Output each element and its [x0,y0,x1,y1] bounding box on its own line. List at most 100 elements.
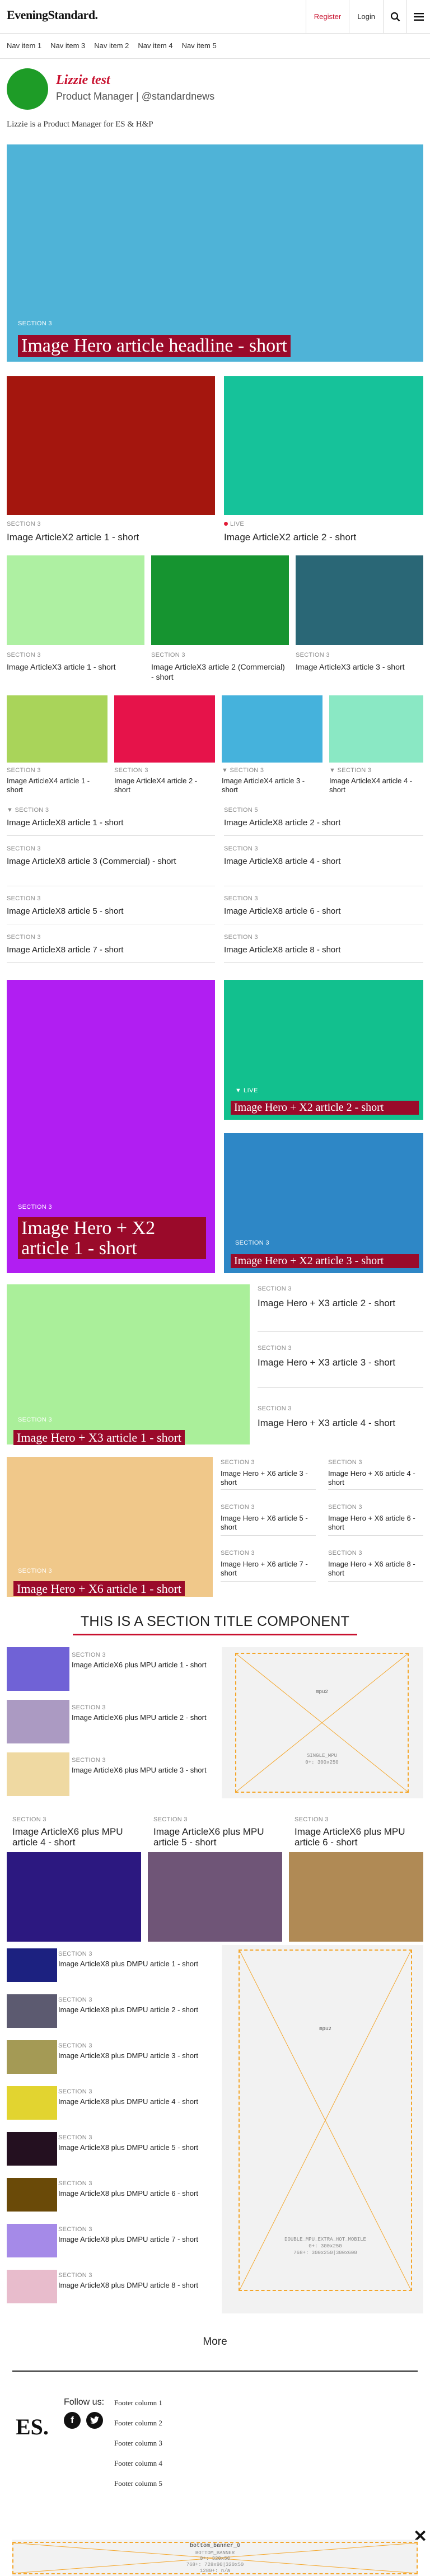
x8-article-5-headline[interactable]: Image ArticleX8 article 5 - short [7,906,215,917]
twitter-icon[interactable] [86,2412,103,2429]
x8-dmpu-article-6-image[interactable] [7,2178,57,2212]
x6-mpu-article-3-image[interactable] [7,1752,69,1796]
footer-column-2[interactable]: Footer column 2 [114,2419,162,2428]
x8-dmpu-article-6-headline[interactable]: Image ArticleX8 plus DMPU article 6 - sh… [58,2189,215,2198]
register-button[interactable]: Register [305,0,349,34]
footer-column-4[interactable]: Footer column 4 [114,2459,162,2468]
more-button[interactable]: More [0,2336,430,2348]
footer-column-1[interactable]: Footer column 1 [114,2399,162,2407]
x8-dmpu-article-7-headline[interactable]: Image ArticleX8 plus DMPU article 7 - sh… [58,2235,215,2244]
x8-article-4-headline[interactable]: Image ArticleX8 article 4 - short [224,856,423,867]
x6-mpu-article-5-headline[interactable]: Image ArticleX6 plus MPU article 5 - sho… [153,1826,277,1848]
login-button[interactable]: Login [349,0,383,34]
x2-article-2-headline[interactable]: Image ArticleX2 article 2 - short [224,532,423,543]
main-nav: Nav item 1 Nav item 3 Nav item 2 Nav ite… [7,41,217,50]
x8-dmpu-article-4-image[interactable] [7,2086,57,2120]
x3-article-3-image[interactable] [296,555,423,645]
x3-article-1-headline[interactable]: Image ArticleX3 article 1 - short [7,662,144,672]
x8-dmpu-article-8-headline[interactable]: Image ArticleX8 plus DMPU article 8 - sh… [58,2281,215,2290]
x8-dmpu-article-5-image[interactable] [7,2132,57,2166]
nav-item-4[interactable]: Nav item 4 [138,41,172,50]
x6-mpu-article-5-image[interactable] [148,1852,282,1942]
hero-x6-article-3-headline[interactable]: Image Hero + X6 article 3 - short [221,1469,316,1487]
nav-item-5[interactable]: Nav item 5 [182,41,217,50]
x6-mpu-article-1-image[interactable] [7,1647,69,1691]
x6-mpu-article-3-section: SECTION 3 [72,1757,106,1764]
hero-x3-article-2-section: SECTION 3 [258,1285,292,1292]
x8-dmpu-article-4-headline[interactable]: Image ArticleX8 plus DMPU article 4 - sh… [58,2097,215,2106]
nav-item-1[interactable]: Nav item 1 [7,41,41,50]
hero-x6-article-1[interactable]: SECTION 3 Image Hero + X6 article 1 - sh… [7,1457,213,1597]
x8-dmpu-article-7-image[interactable] [7,2224,57,2257]
mpu-ad-slot[interactable]: mpu2 SINGLE_MPU 0+: 300x250 [222,1647,423,1798]
x8-article-7-headline[interactable]: Image ArticleX8 article 7 - short [7,945,215,955]
x2-article-1-headline[interactable]: Image ArticleX2 article 1 - short [7,532,215,543]
x6-mpu-article-4-image[interactable] [7,1852,141,1942]
bottom-banner-ad[interactable]: bottom_banner_0 BOTTOM_BANNER 0+: 320x50… [12,2540,418,2576]
x8-dmpu-article-8-image[interactable] [7,2270,57,2303]
hero-x6-article-6-headline[interactable]: Image Hero + X6 article 6 - short [328,1514,423,1532]
hero-x6-article-8-headline[interactable]: Image Hero + X6 article 8 - short [328,1560,423,1578]
x8-dmpu-article-1-image[interactable] [7,1948,57,1982]
facebook-icon[interactable]: f [64,2412,81,2429]
x3-article-1-image[interactable] [7,555,144,645]
x4-article-2-image[interactable] [114,695,215,763]
x8-dmpu-article-2-image[interactable] [7,1994,57,2028]
x6-mpu-article-3-headline[interactable]: Image ArticleX6 plus MPU article 3 - sho… [72,1766,214,1775]
x8-article-2-headline[interactable]: Image ArticleX8 article 2 - short [224,817,423,828]
x2-article-2-image[interactable] [224,376,423,515]
x4-article-1-image[interactable] [7,695,108,763]
x6-mpu-article-1-headline[interactable]: Image ArticleX6 plus MPU article 1 - sho… [72,1661,214,1670]
hero-x2-article-3[interactable]: SECTION 3 Image Hero + X2 article 3 - sh… [224,1133,423,1273]
x2-article-1-image[interactable] [7,376,215,515]
hero-x6-article-5-headline[interactable]: Image Hero + X6 article 5 - short [221,1514,316,1532]
hero-x6-article-1-section: SECTION 3 [18,1568,52,1574]
x6-mpu-article-2-image[interactable] [7,1700,69,1743]
hero-x3-article-3-headline[interactable]: Image Hero + X3 article 3 - short [258,1357,423,1368]
footer-column-3[interactable]: Footer column 3 [114,2439,162,2448]
nav-item-3[interactable]: Nav item 3 [50,41,85,50]
hero-x3-article-1[interactable]: SECTION 3 Image Hero + X3 article 1 - sh… [7,1284,250,1446]
x8-article-3-headline[interactable]: Image ArticleX8 article 3 (Commercial) -… [7,856,215,867]
x6-mpu-article-4-headline[interactable]: Image ArticleX6 plus MPU article 4 - sho… [12,1826,135,1848]
site-logo[interactable]: EveningStandard. [7,8,98,22]
hero-section-label: SECTION 3 [18,320,52,327]
x3-article-2-headline[interactable]: Image ArticleX3 article 2 (Commercial) -… [151,662,286,682]
x3-article-2-image[interactable] [151,555,289,645]
hero-x3-article-2-headline[interactable]: Image Hero + X3 article 2 - short [258,1298,423,1308]
hero-x6-article-4-headline[interactable]: Image Hero + X6 article 4 - short [328,1469,423,1487]
x6-mpu-article-6-image[interactable] [289,1852,423,1942]
x8-dmpu-article-3-headline[interactable]: Image ArticleX8 plus DMPU article 3 - sh… [58,2051,215,2060]
x8-article-1-headline[interactable]: Image ArticleX8 article 1 - short [7,817,215,828]
x8-article-8-headline[interactable]: Image ArticleX8 article 8 - short [224,945,423,955]
nav-item-2[interactable]: Nav item 2 [94,41,129,50]
x8-article-6-headline[interactable]: Image ArticleX8 article 6 - short [224,906,423,917]
x4-article-4-image[interactable] [329,695,423,763]
x8-dmpu-article-2-headline[interactable]: Image ArticleX8 plus DMPU article 2 - sh… [58,2005,215,2014]
x4-article-2-headline[interactable]: Image ArticleX4 article 2 - short [114,777,215,794]
x4-article-4-headline[interactable]: Image ArticleX4 article 4 - short [329,777,423,794]
x4-article-4-section: ▼︎ SECTION 3 [329,767,371,774]
menu-button[interactable] [406,0,430,34]
x8-dmpu-article-3-image[interactable] [7,2040,57,2074]
x6-mpu-article-2-headline[interactable]: Image ArticleX6 plus MPU article 2 - sho… [72,1713,214,1722]
hero-article[interactable]: SECTION 3 Image Hero article headline - … [7,144,423,362]
hero-x2-article-2[interactable]: ▼︎ LIVE Image Hero + X2 article 2 - shor… [224,980,423,1120]
hero-x2-article-1[interactable]: SECTION 3 Image Hero + X2 article 1 - sh… [7,980,215,1273]
x4-article-3-image[interactable] [222,695,322,763]
footer-column-5[interactable]: Footer column 5 [114,2479,162,2488]
dmpu-ad-slot[interactable]: mpu2 DOUBLE_MPU_EXTRA_HOT_MOBILE 0+: 300… [222,1945,423,2313]
x8-article-4-section: SECTION 3 [224,845,258,852]
footer-logo[interactable]: ES. [16,2414,49,2440]
x6-mpu-article-6-headline[interactable]: Image ArticleX6 plus MPU article 6 - sho… [295,1826,418,1848]
x8-dmpu-article-5-headline[interactable]: Image ArticleX8 plus DMPU article 5 - sh… [58,2143,215,2152]
x4-article-3-headline[interactable]: Image ArticleX4 article 3 - short [222,777,322,794]
hero-x3-article-4-headline[interactable]: Image Hero + X3 article 4 - short [258,1418,423,1428]
x3-article-3-headline[interactable]: Image ArticleX3 article 3 - short [296,662,423,672]
live-dot-icon [224,522,228,526]
hero-x6-article-7-headline[interactable]: Image Hero + X6 article 7 - short [221,1560,316,1578]
x4-article-1-headline[interactable]: Image ArticleX4 article 1 - short [7,777,108,794]
x8-dmpu-article-1-headline[interactable]: Image ArticleX8 plus DMPU article 1 - sh… [58,1960,215,1969]
x8-dmpu-article-6-section: SECTION 3 [58,2180,92,2187]
search-button[interactable] [383,0,406,34]
